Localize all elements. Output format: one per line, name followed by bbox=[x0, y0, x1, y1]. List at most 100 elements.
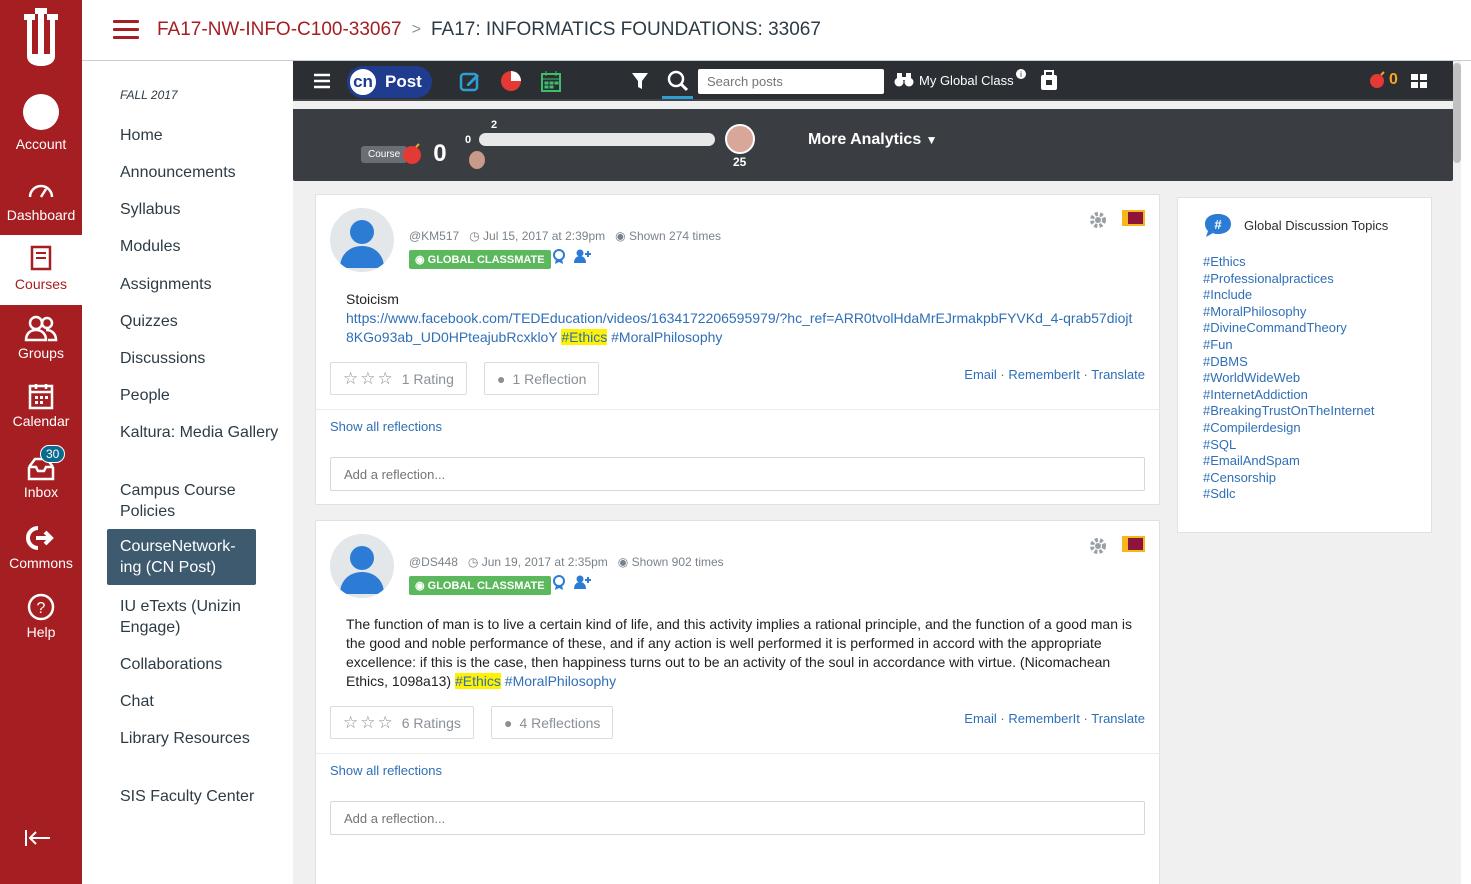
post-link[interactable]: https://www.facebook.com/TEDEducation/vi… bbox=[346, 310, 1132, 345]
topic-link[interactable]: #Fun bbox=[1203, 337, 1375, 354]
gear-icon[interactable] bbox=[1089, 211, 1107, 229]
course-nav-chat[interactable]: Chat bbox=[120, 691, 280, 712]
hamburger-menu-icon[interactable] bbox=[113, 20, 139, 40]
course-nav-quizzes[interactable]: Quizzes bbox=[120, 311, 280, 332]
post-actions: Email · RememberIt · Translate bbox=[964, 367, 1145, 382]
collapse-nav-icon[interactable] bbox=[24, 828, 52, 854]
scrollbar-thumb[interactable] bbox=[1453, 63, 1461, 163]
cn-logo-text: Post bbox=[385, 72, 422, 91]
my-global-class-button[interactable]: My Global Class i bbox=[894, 69, 1026, 88]
show-all-reflections-link[interactable]: Show all reflections bbox=[330, 419, 442, 434]
user-avatar[interactable] bbox=[330, 208, 394, 272]
course-nav-home[interactable]: Home bbox=[120, 125, 280, 146]
reflection-button[interactable]: ● 4 Reflections bbox=[491, 706, 614, 739]
email-link[interactable]: Email bbox=[964, 711, 997, 726]
topic-link[interactable]: #WorldWideWeb bbox=[1203, 370, 1375, 387]
search-icon[interactable] bbox=[667, 70, 689, 92]
nav-inbox[interactable]: 30 Inbox bbox=[0, 445, 82, 500]
award-icon bbox=[553, 249, 565, 264]
more-analytics-dropdown[interactable]: More Analytics ▼ bbox=[808, 131, 938, 149]
course-score-value: 0 bbox=[433, 140, 447, 167]
user-avatar[interactable] bbox=[330, 534, 394, 598]
post-views-text: Shown 902 times bbox=[631, 555, 724, 569]
sri-lanka-flag-icon bbox=[1122, 536, 1145, 552]
calendar-icon[interactable] bbox=[541, 70, 561, 92]
compose-icon[interactable] bbox=[459, 70, 481, 92]
nav-dashboard[interactable]: Dashboard bbox=[0, 176, 82, 223]
rememberit-link[interactable]: RememberIt bbox=[1008, 711, 1080, 726]
course-nav-syllabus[interactable]: Syllabus bbox=[120, 199, 280, 220]
post-views: ◉ Shown 274 times bbox=[615, 229, 721, 243]
chat-bubble-icon: ● bbox=[504, 714, 513, 731]
topic-link[interactable]: #BreakingTrustOnTheInternet bbox=[1203, 403, 1375, 420]
cn-post-logo[interactable]: cn Post bbox=[347, 66, 432, 98]
post-author[interactable]: @KM517 bbox=[409, 229, 459, 243]
backpack-icon[interactable] bbox=[1039, 70, 1059, 92]
hashtag-ethics[interactable]: #Ethics bbox=[561, 329, 608, 345]
nav-help[interactable]: ? Help bbox=[0, 593, 82, 640]
topic-link[interactable]: #InternetAddiction bbox=[1203, 387, 1375, 404]
menu-icon[interactable] bbox=[313, 70, 331, 92]
translate-link[interactable]: Translate bbox=[1091, 367, 1145, 382]
topic-link[interactable]: #Compilerdesign bbox=[1203, 420, 1375, 437]
topic-link[interactable]: #Censorship bbox=[1203, 470, 1375, 487]
analytics-pie-icon[interactable] bbox=[500, 70, 522, 92]
reflection-button[interactable]: ● 1 Reflection bbox=[484, 362, 600, 395]
course-nav-etexts[interactable]: IU eTexts (Unizin Engage) bbox=[120, 596, 280, 638]
hashtag-moral-philosophy[interactable]: #MoralPhilosophy bbox=[611, 329, 722, 345]
course-nav-people[interactable]: People bbox=[120, 385, 280, 406]
topic-link[interactable]: #Include bbox=[1203, 287, 1375, 304]
topic-link[interactable]: #SQL bbox=[1203, 437, 1375, 454]
course-nav-announcements[interactable]: Announcements bbox=[120, 162, 280, 183]
topic-link[interactable]: #MoralPhilosophy bbox=[1203, 304, 1375, 321]
search-input[interactable] bbox=[698, 69, 884, 94]
nav-account[interactable]: Account bbox=[0, 94, 82, 152]
nav-groups[interactable]: Groups bbox=[0, 314, 82, 361]
topic-link[interactable]: #Sdlc bbox=[1203, 486, 1375, 503]
iu-logo[interactable] bbox=[0, 6, 82, 76]
filter-icon[interactable] bbox=[631, 70, 649, 92]
topic-link[interactable]: #DivineCommandTheory bbox=[1203, 320, 1375, 337]
svg-text:i: i bbox=[1020, 70, 1022, 79]
course-nav-policies[interactable]: Campus Course Policies bbox=[120, 480, 280, 522]
topic-link[interactable]: #Ethics bbox=[1203, 254, 1375, 271]
reflection-input[interactable] bbox=[330, 457, 1145, 491]
course-nav-collaborations[interactable]: Collaborations bbox=[120, 654, 280, 675]
topic-list: #Ethics #Professionalpractices #Include … bbox=[1203, 254, 1375, 503]
hashtag-ethics[interactable]: #Ethics bbox=[454, 673, 501, 689]
rating-button[interactable]: ☆☆☆ 1 Rating bbox=[330, 362, 467, 395]
topic-link[interactable]: #Professionalpractices bbox=[1203, 271, 1375, 288]
score-badge[interactable]: 0 bbox=[1369, 71, 1398, 89]
topic-link[interactable]: #DBMS bbox=[1203, 354, 1375, 371]
gear-icon[interactable] bbox=[1089, 537, 1107, 555]
nav-calendar[interactable]: Calendar bbox=[0, 382, 82, 429]
analytics-panel: Course 0 0 2 25 More Analytics ▼ bbox=[293, 109, 1453, 181]
course-nav-cn-post[interactable]: CourseNetwork-ing (CN Post) bbox=[107, 529, 256, 585]
translate-link[interactable]: Translate bbox=[1091, 711, 1145, 726]
post-author[interactable]: @DS448 bbox=[409, 555, 458, 569]
show-all-reflections-link[interactable]: Show all reflections bbox=[330, 763, 442, 778]
bar-left-label: 0 bbox=[465, 134, 472, 146]
course-nav-library[interactable]: Library Resources bbox=[120, 728, 280, 749]
apps-grid-icon[interactable] bbox=[1410, 70, 1428, 92]
course-nav-assignments[interactable]: Assignments bbox=[120, 274, 280, 295]
course-nav-discussions[interactable]: Discussions bbox=[120, 348, 280, 369]
email-link[interactable]: Email bbox=[964, 367, 997, 382]
rememberit-link[interactable]: RememberIt bbox=[1008, 367, 1080, 382]
topic-link[interactable]: #EmailAndSpam bbox=[1203, 453, 1375, 470]
rating-count: 6 Ratings bbox=[401, 714, 461, 731]
progress-bar bbox=[479, 133, 715, 146]
reflection-input[interactable] bbox=[330, 801, 1145, 835]
courses-icon bbox=[30, 245, 52, 271]
add-friend-icon[interactable] bbox=[573, 249, 591, 263]
more-analytics-label: More Analytics bbox=[808, 131, 922, 148]
hashtag-moral-philosophy[interactable]: #MoralPhilosophy bbox=[505, 673, 616, 689]
course-nav-kaltura[interactable]: Kaltura: Media Gallery bbox=[120, 422, 280, 443]
course-nav-modules[interactable]: Modules bbox=[120, 236, 280, 257]
course-nav-sis[interactable]: SIS Faculty Center bbox=[120, 786, 280, 807]
nav-courses[interactable]: Courses bbox=[0, 235, 82, 305]
add-friend-icon[interactable] bbox=[573, 575, 591, 589]
rating-button[interactable]: ☆☆☆ 6 Ratings bbox=[330, 706, 474, 739]
nav-commons[interactable]: Commons bbox=[0, 524, 82, 571]
breadcrumb-course-code[interactable]: FA17-NW-INFO-C100-33067 bbox=[157, 19, 402, 41]
